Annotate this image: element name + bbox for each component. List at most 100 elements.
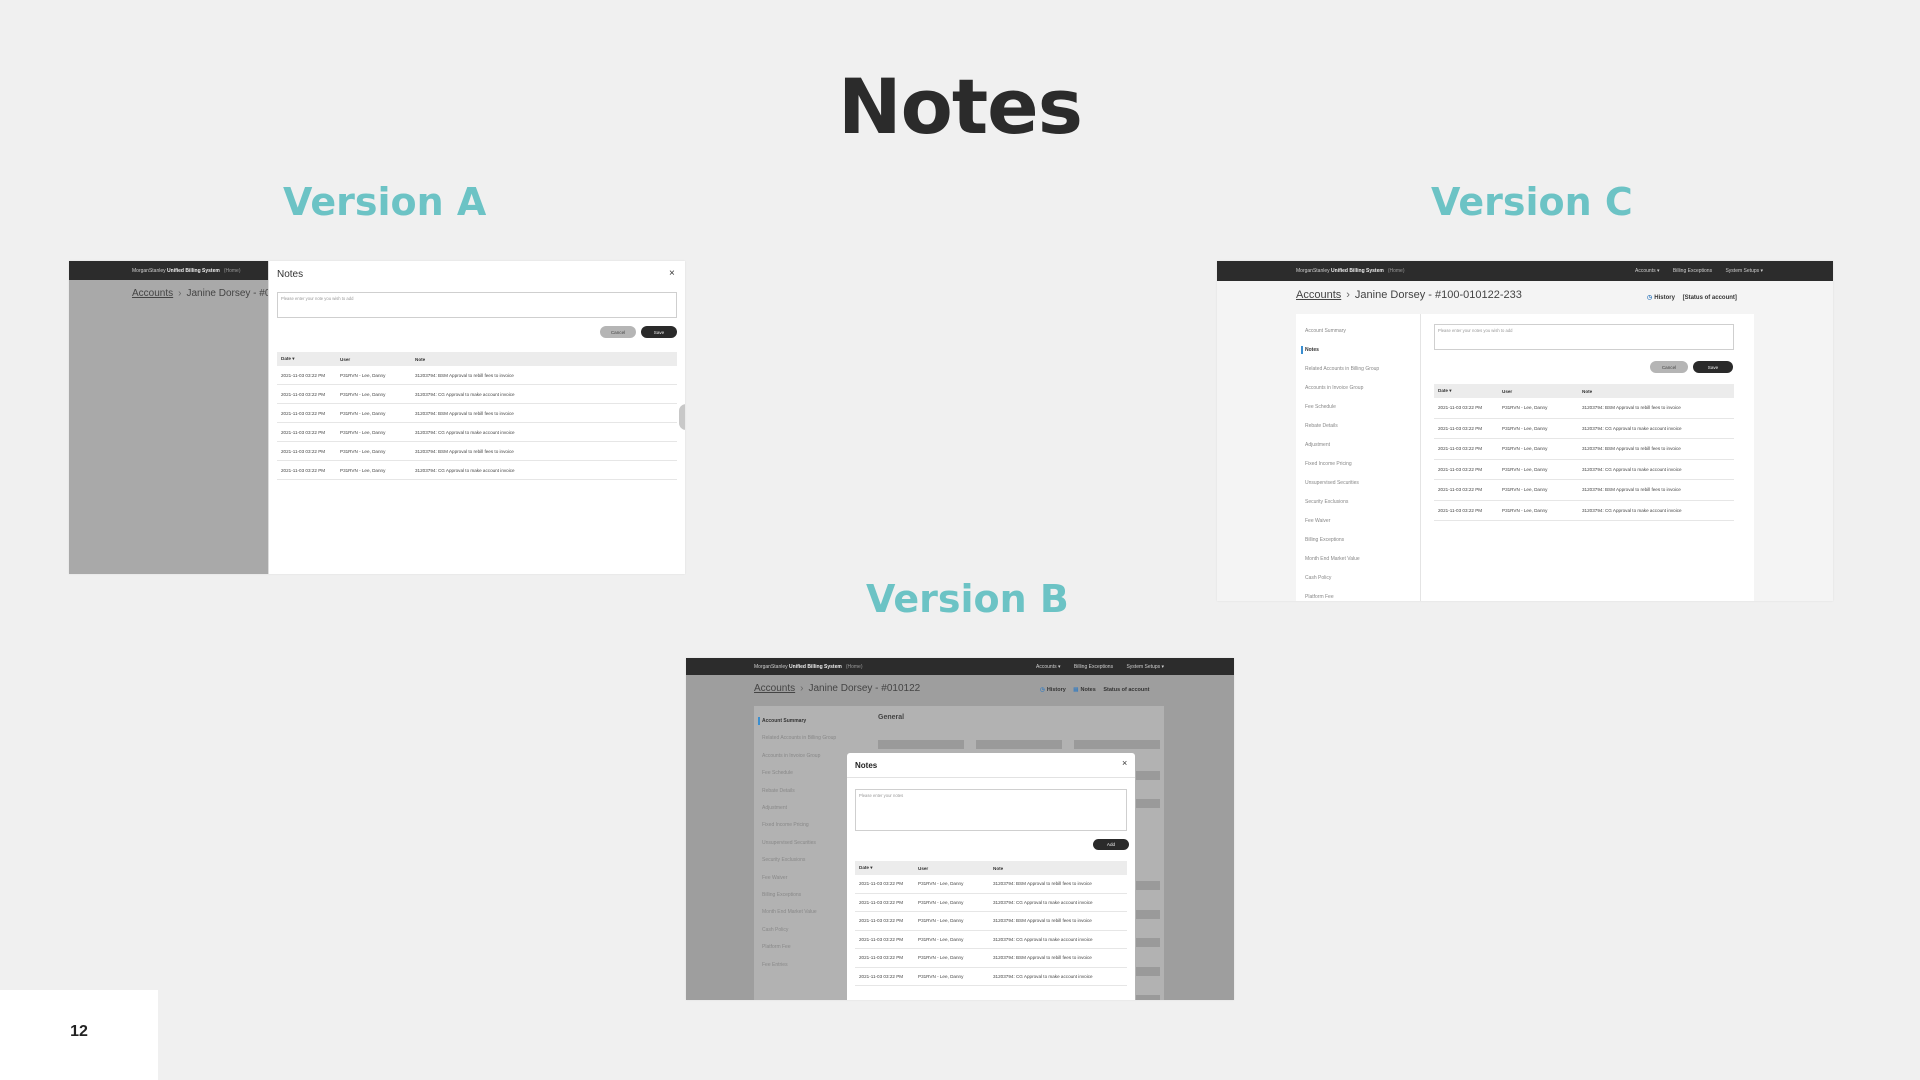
breadcrumb-accounts-link[interactable]: Accounts xyxy=(754,683,795,694)
note-textarea[interactable]: Please enter your notes xyxy=(855,789,1127,831)
sidebar-item[interactable]: Fee Schedule xyxy=(762,770,793,776)
notes-table: Date ▾ User Note 2021-11-03 03:22 PM P31RVN … xyxy=(855,861,1127,986)
history-link[interactable]: History xyxy=(1047,687,1066,693)
row-note: 31203794: CG Approval to make account in… xyxy=(1582,507,1682,513)
sidebar-item[interactable]: Month End Market Value xyxy=(1305,556,1360,562)
sidebar-item[interactable]: Rebate Details xyxy=(1305,423,1338,429)
table-row: 2021-11-03 03:22 PM P31RVN - Lee, Danny 31… xyxy=(855,949,1127,968)
sidebar-item[interactable]: Notes xyxy=(1301,346,1319,354)
table-row: 2021-11-03 03:22 PM P31RVN - Lee, Danny 31… xyxy=(855,968,1127,986)
row-note: 31203794: CG Approval to make account in… xyxy=(993,899,1093,905)
brand: MorganStanley Unified Billing System (Hom… xyxy=(132,267,241,274)
row-user: P31RVN - Lee, Danny xyxy=(340,372,386,378)
row-user: P31RVN - Lee, Danny xyxy=(918,936,964,942)
sidebar-item[interactable]: Account Summary xyxy=(1305,328,1346,334)
table-row: 2021-11-03 03:22 PM P31RVN - Lee, Danny 31… xyxy=(855,912,1127,931)
notes-link[interactable]: Notes xyxy=(1081,687,1096,693)
column-header[interactable]: Date ▾ xyxy=(855,865,914,871)
sidebar-item[interactable]: Related Accounts in Billing Group xyxy=(1305,366,1379,372)
sidebar-item[interactable]: Security Exclusions xyxy=(762,857,805,863)
row-user: P31RVN - Lee, Danny xyxy=(340,391,386,397)
notes-table: Date ▾ User Note 2021-11-03 03:22 PM P31RVN … xyxy=(1434,384,1734,521)
row-note: 31203794: CG Approval to make account in… xyxy=(415,391,515,397)
row-user: P31RVN - Lee, Danny xyxy=(918,918,964,924)
sidebar-item[interactable]: Cash Policy xyxy=(1305,575,1331,581)
row-note: 31203794: BSM Approval to rebill fees to… xyxy=(415,410,514,416)
sidebar-item[interactable]: Adjustment xyxy=(762,805,787,811)
sidebar-item[interactable]: Fixed Income Pricing xyxy=(762,822,809,828)
note-textarea[interactable]: Please enter your notes you wish to add xyxy=(1434,324,1734,350)
table-header: Date ▾ User Note xyxy=(1434,384,1734,398)
sidebar-item[interactable]: Fee Entries xyxy=(762,962,788,968)
notes-side-panel: Notes × Please enter your note you wish … xyxy=(268,261,685,574)
row-date: 2021-11-03 03:22 PM xyxy=(281,372,326,378)
table-row: 2021-11-03 03:22 PM P31RVN - Lee, Danny 31… xyxy=(277,385,677,404)
sidebar-item[interactable]: Month End Market Value xyxy=(762,909,817,915)
add-button[interactable]: Add xyxy=(1093,839,1129,850)
nav-system-setups[interactable]: System Setups ▾ xyxy=(1725,268,1763,274)
status-of-account-link[interactable]: [Status of account] xyxy=(1683,295,1737,301)
placeholder-bar xyxy=(1136,995,1160,1000)
sidebar-item[interactable]: Fee Schedule xyxy=(1305,404,1336,410)
close-icon[interactable]: × xyxy=(1122,758,1127,768)
nav-billing-exceptions[interactable]: Billing Exceptions xyxy=(1673,268,1712,274)
sidebar-item[interactable]: Platform Fee xyxy=(762,944,791,950)
column-header[interactable]: Date ▾ xyxy=(277,356,336,362)
save-button[interactable]: Save xyxy=(1693,361,1733,373)
sidebar-item[interactable]: Fee Waiver xyxy=(762,875,787,881)
note-textarea[interactable]: Please enter your note you wish to add xyxy=(277,292,677,318)
sidebar-item[interactable]: Accounts in Invoice Group xyxy=(1305,385,1363,391)
cancel-button[interactable]: Cancel xyxy=(600,326,636,338)
row-date: 2021-11-03 03:22 PM xyxy=(1438,507,1483,513)
sidebar-item[interactable]: Security Exclusions xyxy=(1305,499,1348,505)
row-date: 2021-11-03 03:22 PM xyxy=(859,973,904,979)
breadcrumb-accounts-link[interactable]: Accounts xyxy=(132,288,173,299)
cancel-button[interactable]: Cancel xyxy=(1650,361,1688,373)
version-c-label: Version C xyxy=(1431,180,1633,224)
panel-drag-handle[interactable] xyxy=(679,404,685,430)
history-link[interactable]: History xyxy=(1654,295,1675,301)
sidebar-item[interactable]: Unsupervised Securities xyxy=(762,840,816,846)
placeholder-bar xyxy=(1136,881,1160,890)
sidebar-item[interactable]: Accounts in Invoice Group xyxy=(762,753,820,759)
row-date: 2021-11-03 03:22 PM xyxy=(1438,487,1483,493)
sidebar-item[interactable]: Billing Exceptions xyxy=(762,892,801,898)
column-header: User xyxy=(1502,388,1513,394)
placeholder-bar xyxy=(1136,910,1160,919)
close-icon[interactable]: × xyxy=(669,268,675,279)
status-of-account-link[interactable]: Status of account xyxy=(1103,687,1149,693)
table-row: 2021-11-03 03:22 PM P31RVN - Lee, Danny 31… xyxy=(855,875,1127,894)
breadcrumb-account: Janine Dorsey - #100-010122-233 xyxy=(1354,289,1522,301)
sidebar-item[interactable]: Platform Fee xyxy=(1305,594,1334,600)
sidebar-item[interactable]: Cash Policy xyxy=(762,927,788,933)
sidebar-item[interactable]: Fee Waiver xyxy=(1305,518,1330,524)
row-date: 2021-11-03 03:22 PM xyxy=(281,391,326,397)
sidebar-item[interactable]: Account Summary xyxy=(757,717,806,725)
save-button[interactable]: Save xyxy=(641,326,677,338)
column-header[interactable]: Date ▾ xyxy=(1434,388,1498,394)
nav-system-setups[interactable]: System Setups ▾ xyxy=(1126,664,1164,670)
nav-accounts[interactable]: Accounts ▾ xyxy=(1036,664,1060,670)
brand: MorganStanley Unified Billing System (Hom… xyxy=(1296,268,1405,274)
brand: MorganStanley Unified Billing System (Hom… xyxy=(754,663,863,670)
row-note: 31203794: BSM Approval to rebill fees to… xyxy=(1582,446,1681,452)
nav-accounts[interactable]: Accounts ▾ xyxy=(1635,268,1659,274)
modal-divider xyxy=(847,777,1135,778)
row-user: P31RVN - Lee, Danny xyxy=(340,410,386,416)
header-actions: ◷ History [Status of account] xyxy=(1641,294,1737,301)
breadcrumb-accounts-link[interactable]: Accounts xyxy=(1296,289,1341,301)
notes-table: Date ▾ User Note 2021-11-03 03:22 PM P31RVN … xyxy=(277,352,677,480)
table-row: 2021-11-03 03:22 PM P31RVN - Lee, Danny 31… xyxy=(855,931,1127,949)
sidebar-item[interactable]: Rebate Details xyxy=(762,788,795,794)
row-date: 2021-11-03 03:22 PM xyxy=(281,410,326,416)
table-row: 2021-11-03 03:22 PM P31RVN - Lee, Danny 31… xyxy=(277,366,677,385)
modal-title: Notes xyxy=(855,761,878,770)
sidebar-item[interactable]: Adjustment xyxy=(1305,442,1330,448)
nav-billing-exceptions[interactable]: Billing Exceptions xyxy=(1074,664,1113,670)
sidebar-item[interactable]: Fixed Income Pricing xyxy=(1305,461,1352,467)
clock-icon: ◷ xyxy=(1040,687,1045,693)
table-row: 2021-11-03 03:22 PM P31RVN - Lee, Danny 31… xyxy=(855,894,1127,912)
sidebar-item[interactable]: Related Accounts in Billing Group xyxy=(762,735,836,741)
sidebar-item[interactable]: Unsupervised Securities xyxy=(1305,480,1359,486)
sidebar-item[interactable]: Billing Exceptions xyxy=(1305,537,1344,543)
